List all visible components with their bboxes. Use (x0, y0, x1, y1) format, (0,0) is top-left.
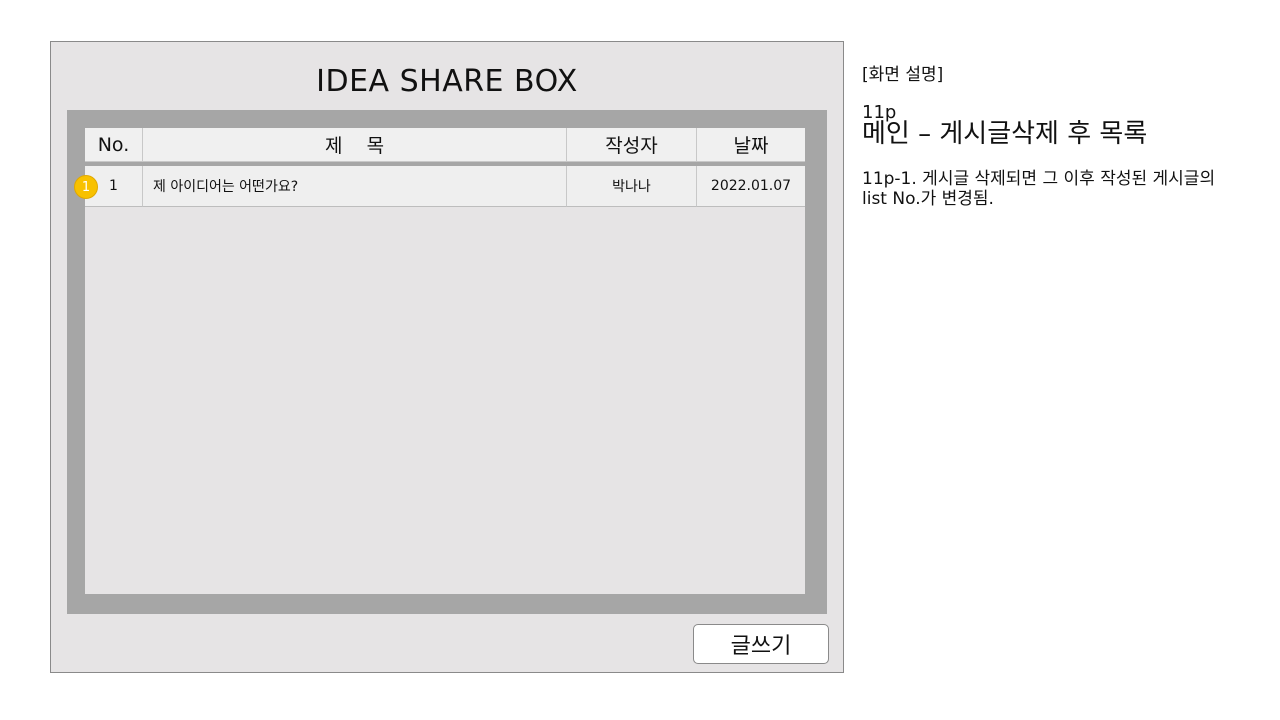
board-frame: No. 제 목 작성자 날짜 1 제 아이디어는 어떤가요? 박나나 2022.… (67, 110, 827, 614)
description-heading: [화면 설명] (862, 65, 944, 85)
row-subject-link[interactable]: 제 아이디어는 어떤가요? (143, 166, 567, 207)
table-row[interactable]: 1 제 아이디어는 어떤가요? 박나나 2022.01.07 (85, 166, 805, 207)
row-date: 2022.01.07 (697, 166, 805, 207)
post-list-table: No. 제 목 작성자 날짜 1 제 아이디어는 어떤가요? 박나나 2022.… (85, 128, 805, 594)
screen-description: [화면 설명] 11p 메인 – 게시글삭제 후 목록 11p-1. 게시글 삭… (862, 60, 1262, 209)
annotation-marker: 1 (74, 175, 98, 199)
column-header-subject: 제 목 (143, 128, 567, 162)
table-header: No. 제 목 작성자 날짜 (85, 128, 805, 162)
idea-board-panel: IDEA SHARE BOX No. 제 목 작성자 날짜 1 제 아이디어는 … (50, 41, 844, 673)
write-post-button[interactable]: 글쓰기 (693, 624, 829, 664)
description-note: 11p-1. 게시글 삭제되면 그 이후 작성된 게시글의 list No.가 … (862, 169, 1216, 209)
column-header-no: No. (85, 128, 143, 162)
column-header-author: 작성자 (567, 128, 697, 162)
column-header-date: 날짜 (697, 128, 805, 162)
screen-title: 메인 – 게시글삭제 후 목록 (862, 119, 1148, 149)
page-title: IDEA SHARE BOX (316, 64, 578, 99)
row-author: 박나나 (567, 166, 697, 207)
